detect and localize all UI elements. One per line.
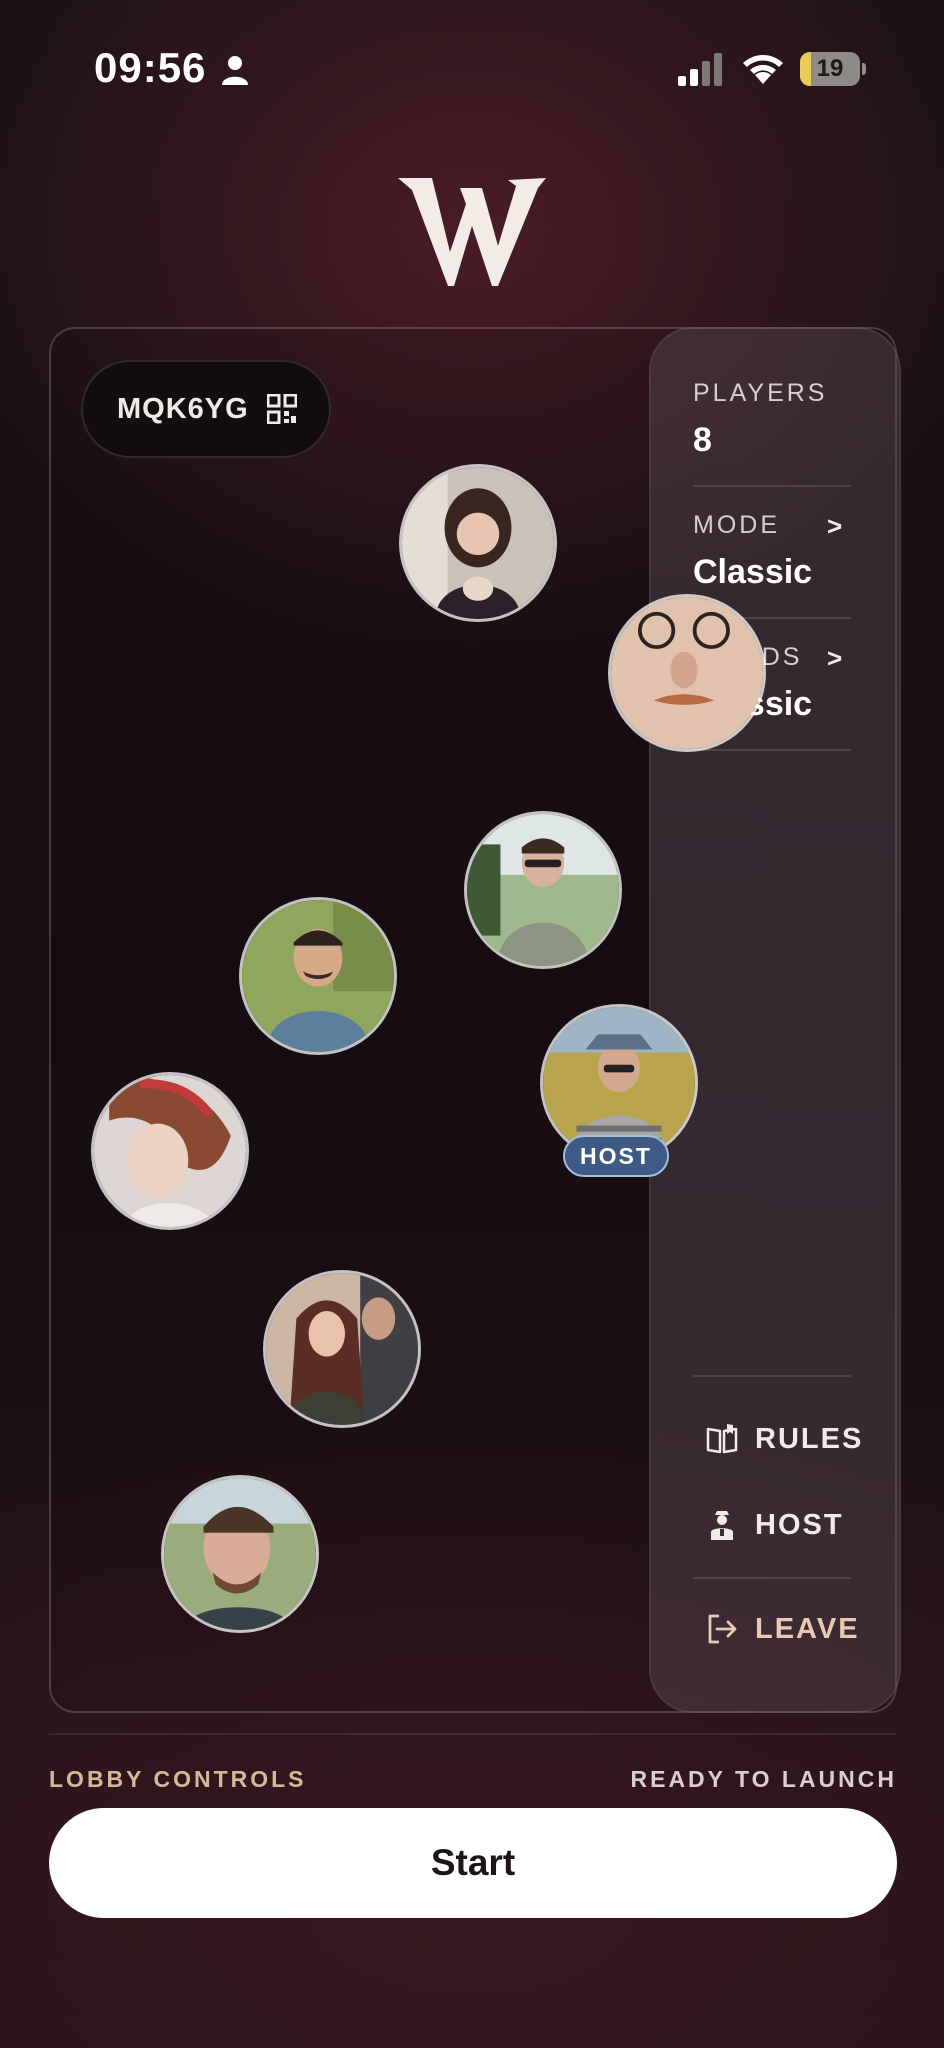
book-icon bbox=[706, 1424, 738, 1454]
mode-value: Classic bbox=[693, 553, 813, 591]
rules-button[interactable]: RULES bbox=[705, 1419, 863, 1459]
status-bar: 09:56 19 bbox=[0, 0, 944, 140]
room-code: MQK6YG bbox=[117, 392, 249, 425]
divider bbox=[693, 1375, 851, 1377]
leave-button[interactable]: LEAVE bbox=[705, 1609, 860, 1649]
ready-status: READY TO LAUNCH bbox=[630, 1766, 897, 1792]
player-avatar[interactable] bbox=[161, 1475, 319, 1633]
host-person-icon bbox=[711, 1511, 733, 1540]
wifi-icon bbox=[743, 55, 783, 84]
divider bbox=[693, 485, 851, 487]
player-avatar[interactable] bbox=[263, 1270, 421, 1428]
players-count: 8 bbox=[693, 421, 712, 459]
divider bbox=[693, 749, 851, 751]
app-logo bbox=[398, 178, 546, 286]
chevron-right-icon: > bbox=[827, 511, 843, 541]
player-avatar[interactable] bbox=[239, 897, 397, 1055]
chevron-right-icon: > bbox=[827, 643, 843, 673]
status-time: 09:56 bbox=[94, 44, 207, 91]
lobby-settings-panel: PLAYERS 8 MODE > Classic WURDS > Classic… bbox=[649, 327, 901, 1713]
divider bbox=[693, 1577, 851, 1579]
player-avatar[interactable] bbox=[608, 594, 766, 752]
start-button[interactable]: Start bbox=[49, 1808, 897, 1918]
person-icon bbox=[222, 56, 248, 85]
lobby-controls-label: LOBBY CONTROLS bbox=[49, 1766, 307, 1792]
leave-label: LEAVE bbox=[755, 1612, 860, 1645]
player-avatar[interactable] bbox=[399, 464, 557, 622]
host-label: HOST bbox=[755, 1508, 844, 1541]
host-button[interactable]: HOST bbox=[705, 1505, 844, 1545]
player-avatar[interactable] bbox=[91, 1072, 249, 1230]
players-label: PLAYERS bbox=[693, 379, 828, 407]
leave-icon bbox=[708, 1614, 737, 1644]
host-badge: HOST bbox=[563, 1135, 669, 1177]
mode-label: MODE bbox=[693, 511, 780, 539]
divider bbox=[49, 1733, 897, 1735]
qr-code-icon[interactable] bbox=[266, 394, 297, 424]
lobby-panel: MQK6YG PLAYERS 8 MODE > Classic WURDS > … bbox=[49, 327, 901, 1713]
battery-indicator: 19 bbox=[800, 52, 866, 86]
player-avatar[interactable] bbox=[464, 811, 622, 969]
room-code-pill[interactable]: MQK6YG bbox=[81, 360, 331, 458]
rules-label: RULES bbox=[755, 1422, 864, 1455]
battery-level: 19 bbox=[816, 55, 844, 82]
cellular-signal-icon bbox=[678, 53, 722, 86]
